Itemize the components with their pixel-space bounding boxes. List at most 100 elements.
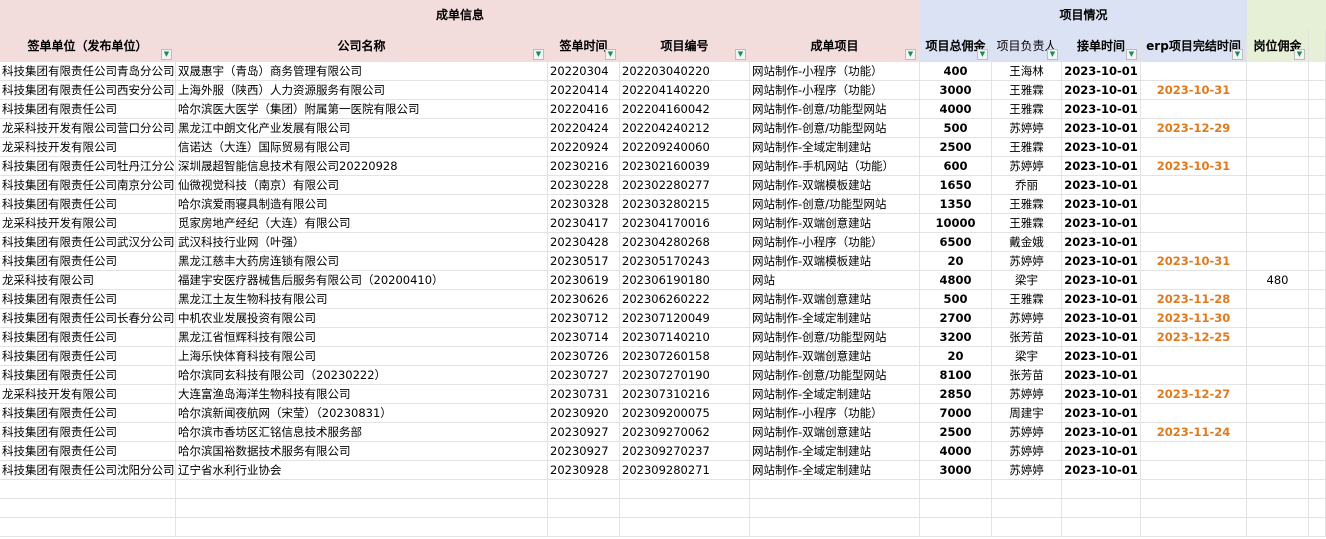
col-header-project-no[interactable]: 项目编号 ▼ [620, 29, 750, 62]
cell-project-no[interactable]: 202304280268 [620, 233, 750, 252]
cell-owner[interactable]: 王雅霖 [992, 214, 1062, 233]
cell-post-comm[interactable] [1247, 233, 1309, 252]
cell-project-no[interactable]: 202204160042 [620, 100, 750, 119]
cell-erp-done[interactable] [1141, 176, 1247, 195]
cell-project-no[interactable]: 202204140220 [620, 81, 750, 100]
cell-deal-item[interactable]: 网站制作-创意/功能型网站 [750, 119, 920, 138]
cell-deal-item[interactable]: 网站制作-全域定制建站 [750, 461, 920, 480]
cell-erp-done[interactable] [1141, 233, 1247, 252]
cell-erp-done[interactable] [1141, 499, 1247, 518]
cell-commission[interactable]: 8100 [920, 366, 992, 385]
filter-dropdown-icon[interactable]: ▼ [1294, 49, 1305, 60]
cell-sign-date[interactable]: 20230228 [548, 176, 620, 195]
cell-erp-done[interactable]: 2023-11-28 [1141, 290, 1247, 309]
cell-erp-done[interactable] [1141, 404, 1247, 423]
cell-accept-date[interactable]: 2023-10-01 [1062, 328, 1141, 347]
cell-owner[interactable]: 张芳苗 [992, 328, 1062, 347]
cell-post-comm[interactable] [1247, 461, 1309, 480]
table-row[interactable] [0, 518, 1326, 537]
cell-commission[interactable]: 500 [920, 290, 992, 309]
cell-company[interactable]: 福建宇安医疗器械售后服务有限公司（20200410） [176, 271, 548, 290]
cell-sign-date[interactable]: 20220424 [548, 119, 620, 138]
cell-project-no[interactable]: 202209240060 [620, 138, 750, 157]
cell-project-no[interactable]: 202309270237 [620, 442, 750, 461]
table-row[interactable]: 科技集团有限责任公司青岛分公司 双晟惠宇（青岛）商务管理有限公司 20220304 2… [0, 62, 1326, 81]
cell-signer[interactable]: 科技集团有限责任公司 [0, 366, 176, 385]
cell-sign-date[interactable]: 20230216 [548, 157, 620, 176]
table-row[interactable]: 科技集团有限责任公司牡丹江分公司 深圳晟超智能信息技术有限公司20220928 20… [0, 157, 1326, 176]
cell-commission[interactable]: 3200 [920, 328, 992, 347]
cell-commission[interactable] [920, 480, 992, 499]
cell-company[interactable]: 哈尔滨新闻夜航网（宋莹）（20230831） [176, 404, 548, 423]
cell-deal-item[interactable]: 网站制作-双端模板建站 [750, 252, 920, 271]
cell-accept-date[interactable]: 2023-10-01 [1062, 157, 1141, 176]
cell-company[interactable]: 上海外服（陕西）人力资源服务有限公司 [176, 81, 548, 100]
cell-signer[interactable]: 龙采科技开发有限公司 [0, 138, 176, 157]
cell-sign-date[interactable]: 20230727 [548, 366, 620, 385]
cell-post-comm[interactable] [1247, 423, 1309, 442]
filter-dropdown-icon[interactable]: ▼ [1232, 49, 1243, 60]
cell-owner[interactable]: 苏婷婷 [992, 385, 1062, 404]
cell-accept-date[interactable]: 2023-10-01 [1062, 195, 1141, 214]
cell-empty[interactable] [1309, 176, 1326, 195]
table-row[interactable]: 科技集团有限责任公司 黑龙江慈丰大药房连锁有限公司 20230517 20230517… [0, 252, 1326, 271]
cell-post-comm[interactable] [1247, 81, 1309, 100]
cell-company[interactable]: 黑龙江中朗文化产业发展有限公司 [176, 119, 548, 138]
cell-project-no[interactable]: 202302160039 [620, 157, 750, 176]
cell-project-no[interactable]: 202309280271 [620, 461, 750, 480]
cell-company[interactable]: 深圳晟超智能信息技术有限公司20220928 [176, 157, 548, 176]
col-header-company[interactable]: 公司名称 ▼ [176, 29, 548, 62]
cell-deal-item[interactable]: 网站制作-小程序（功能） [750, 81, 920, 100]
cell-company[interactable] [176, 499, 548, 518]
cell-deal-item[interactable]: 网站制作-双端创意建站 [750, 290, 920, 309]
col-header-signer[interactable]: 签单单位（发布单位） ▼ [0, 29, 176, 62]
cell-sign-date[interactable]: 20220416 [548, 100, 620, 119]
cell-post-comm[interactable] [1247, 328, 1309, 347]
cell-signer[interactable]: 科技集团有限责任公司 [0, 404, 176, 423]
cell-post-comm[interactable] [1247, 195, 1309, 214]
table-row[interactable]: 科技集团有限责任公司 上海乐快体育科技有限公司 20230726 2023072601… [0, 347, 1326, 366]
cell-sign-date[interactable]: 20230517 [548, 252, 620, 271]
cell-erp-done[interactable] [1141, 100, 1247, 119]
cell-commission[interactable]: 4000 [920, 442, 992, 461]
cell-company[interactable]: 哈尔滨爱雨寝具制造有限公司 [176, 195, 548, 214]
cell-accept-date[interactable]: 2023-10-01 [1062, 81, 1141, 100]
cell-signer[interactable] [0, 480, 176, 499]
cell-erp-done[interactable]: 2023-11-30 [1141, 309, 1247, 328]
cell-erp-done[interactable]: 2023-10-31 [1141, 81, 1247, 100]
cell-commission[interactable]: 3000 [920, 461, 992, 480]
table-row[interactable]: 科技集团有限责任公司 黑龙江土友生物科技有限公司 20230626 202306260… [0, 290, 1326, 309]
cell-deal-item[interactable]: 网站制作-全域定制建站 [750, 138, 920, 157]
col-header-erp-done[interactable]: erp项目完结时间 ▼ [1141, 29, 1247, 62]
cell-empty[interactable] [1309, 366, 1326, 385]
cell-project-no[interactable]: 202309270062 [620, 423, 750, 442]
cell-sign-date[interactable] [548, 518, 620, 537]
cell-signer[interactable]: 科技集团有限责任公司 [0, 252, 176, 271]
cell-sign-date[interactable]: 20220414 [548, 81, 620, 100]
cell-company[interactable]: 哈尔滨同玄科技有限公司（20230222） [176, 366, 548, 385]
col-header-extra[interactable] [1309, 29, 1326, 62]
cell-commission[interactable]: 10000 [920, 214, 992, 233]
cell-owner[interactable]: 乔丽 [992, 176, 1062, 195]
cell-sign-date[interactable]: 20230417 [548, 214, 620, 233]
cell-commission[interactable]: 400 [920, 62, 992, 81]
cell-owner[interactable]: 苏婷婷 [992, 157, 1062, 176]
cell-post-comm[interactable] [1247, 499, 1309, 518]
cell-empty[interactable] [1309, 347, 1326, 366]
cell-post-comm[interactable] [1247, 290, 1309, 309]
table-row[interactable]: 科技集团有限责任公司长春分公司 中机农业发展投资有限公司 20230712 20230… [0, 309, 1326, 328]
cell-owner[interactable]: 苏婷婷 [992, 252, 1062, 271]
cell-post-comm[interactable] [1247, 385, 1309, 404]
cell-post-comm[interactable] [1247, 404, 1309, 423]
cell-deal-item[interactable]: 网站制作-手机网站（功能） [750, 157, 920, 176]
cell-owner[interactable]: 张芳苗 [992, 366, 1062, 385]
cell-accept-date[interactable]: 2023-10-01 [1062, 119, 1141, 138]
table-row[interactable] [0, 480, 1326, 499]
table-row[interactable]: 科技集团有限责任公司 哈尔滨新闻夜航网（宋莹）（20230831） 20230920… [0, 404, 1326, 423]
cell-signer[interactable]: 科技集团有限责任公司长春分公司 [0, 309, 176, 328]
table-row[interactable]: 龙采科技有限公司 福建宇安医疗器械售后服务有限公司（20200410） 202306… [0, 271, 1326, 290]
cell-sign-date[interactable]: 20230927 [548, 442, 620, 461]
cell-empty[interactable] [1309, 499, 1326, 518]
cell-owner[interactable]: 王雅霖 [992, 290, 1062, 309]
cell-erp-done[interactable] [1141, 347, 1247, 366]
